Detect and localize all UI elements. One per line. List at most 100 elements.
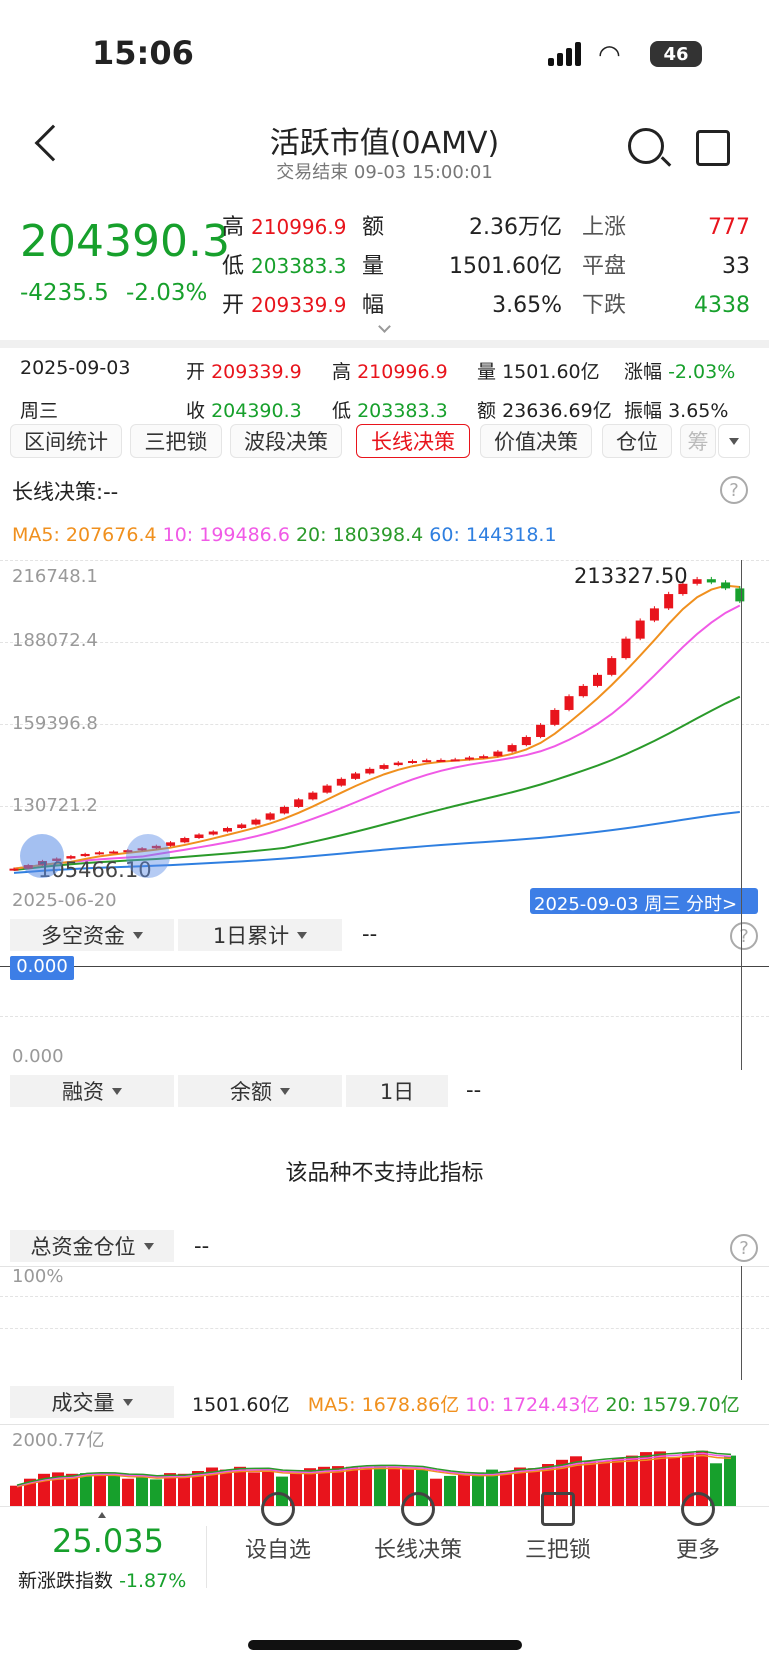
wifi-icon: ◠ (598, 40, 621, 70)
day-chg-label: 涨幅 (624, 361, 663, 383)
candle (507, 745, 517, 752)
volume-ma20: 20: 1579.70亿 (605, 1394, 740, 1416)
flow-bottom-label: 0.000 (12, 1046, 64, 1067)
margin-period-label: 1日 (379, 1080, 415, 1104)
candle (237, 824, 247, 829)
day-close-label: 收 (186, 400, 206, 422)
candle (365, 768, 375, 774)
nav-three-locks[interactable]: 三把锁 (498, 1492, 618, 1564)
candle (222, 828, 232, 832)
tab-value-decision[interactable]: 价值决策 (480, 424, 592, 458)
flow-help-icon[interactable]: ? (730, 922, 758, 950)
position-help-icon[interactable]: ? (730, 1234, 758, 1262)
nav-more[interactable]: 更多 (638, 1492, 758, 1564)
end-date-tag[interactable]: 2025-09-03 周三 分时> (530, 888, 758, 915)
candle (308, 792, 318, 800)
status-time: 15:06 (92, 34, 194, 72)
margin-period-select[interactable]: 1日 (346, 1075, 448, 1107)
candle (464, 757, 474, 760)
candle (607, 658, 617, 675)
nav-long-decision[interactable]: 长线决策 (358, 1492, 478, 1564)
detail-icon[interactable] (696, 130, 730, 166)
index-value[interactable]: 25.035 (52, 1522, 164, 1560)
up-count: 777 (708, 215, 750, 240)
nav-divider (206, 1526, 207, 1588)
flow-badge: 0.000 (10, 956, 74, 980)
flow-type-select[interactable]: 多空资金 (10, 919, 174, 951)
tab-band-decision[interactable]: 波段决策 (230, 424, 342, 458)
price-change-pct: -2.03% (126, 280, 208, 306)
blocks-icon (541, 1492, 575, 1526)
position-label: 总资金仓位 (30, 1235, 136, 1259)
candle (621, 638, 631, 659)
tab-position[interactable]: 仓位 (602, 424, 672, 458)
margin-value: -- (466, 1078, 482, 1102)
kline-chart-area[interactable] (0, 560, 769, 885)
volume-value: 1501.60亿 (449, 254, 562, 279)
day-amp-value: 3.65% (668, 400, 729, 422)
tab-three-locks[interactable]: 三把锁 (130, 424, 222, 458)
candle (635, 620, 645, 639)
high-value: 210996.9 (251, 215, 347, 239)
candle (407, 761, 417, 764)
volume-select[interactable]: 成交量 (10, 1386, 174, 1418)
candle (649, 608, 659, 621)
margin-type-select[interactable]: 融资 (10, 1075, 174, 1107)
candle (322, 785, 332, 793)
volume-select-label: 成交量 (51, 1391, 115, 1415)
day-low-value: 203383.3 (357, 400, 448, 422)
candle (180, 838, 190, 843)
open-label: 开 (222, 293, 245, 318)
candle (692, 579, 702, 584)
volume-ma5: MA5: 1678.86亿 (307, 1394, 460, 1416)
nav-three-locks-label: 三把锁 (524, 1538, 591, 1563)
ma20-value: 20: 180398.4 (295, 524, 424, 546)
day-vol-value: 1501.60亿 (502, 361, 600, 383)
low-value: 203383.3 (251, 254, 347, 278)
more-icon (681, 1492, 715, 1526)
candle (279, 806, 289, 814)
day-amt-value: 23636.69亿 (502, 400, 612, 422)
volume-bar (346, 1466, 358, 1506)
battery-icon: 46 (650, 41, 702, 67)
low-label: 低 (222, 254, 245, 279)
tab-interval-stats[interactable]: 区间统计 (10, 424, 122, 458)
day-vol-label: 量 (477, 361, 497, 383)
flow-period-select[interactable]: 1日累计 (178, 919, 342, 951)
high-label: 高 (222, 215, 245, 240)
nav-watchlist[interactable]: 设自选 (218, 1492, 338, 1564)
index-label[interactable]: 新涨跌指数 -1.87% (18, 1566, 186, 1593)
search-icon[interactable] (628, 128, 664, 164)
ma60-value: 60: 144318.1 (429, 524, 557, 546)
candle (251, 819, 261, 825)
y-label-1: 216748.1 (12, 566, 98, 587)
tab-long-decision[interactable]: 长线决策 (356, 424, 470, 458)
nav-more-label: 更多 (675, 1538, 720, 1563)
day-amp-label: 振幅 (624, 400, 663, 422)
amount-values: 2.36万亿 1501.60亿 3.65% (400, 208, 562, 325)
candle (735, 588, 745, 602)
candle (436, 759, 446, 762)
float-left-icon[interactable] (20, 834, 64, 878)
day-amt: 额 23636.69亿 (477, 396, 612, 423)
index-name: 新涨跌指数 (18, 1570, 114, 1592)
float-right-icon[interactable] (126, 834, 170, 878)
candle (379, 765, 389, 769)
day-high-label: 高 (332, 361, 352, 383)
volume-bar (108, 1474, 120, 1506)
hlo-block: 高 210996.9 低 203383.3 开 209339.9 (222, 208, 346, 325)
start-date: 2025-06-20 (12, 890, 117, 911)
position-select[interactable]: 总资金仓位 (10, 1230, 174, 1262)
list-icon (261, 1492, 295, 1526)
tabs-more-dropdown-icon[interactable] (718, 424, 750, 458)
margin-metric-select[interactable]: 余额 (178, 1075, 342, 1107)
margin-type-label: 融资 (62, 1080, 104, 1104)
help-icon[interactable]: ? (720, 476, 748, 504)
tab-chips[interactable]: 筹 (680, 424, 716, 458)
index-up-arrow-icon (98, 1512, 106, 1518)
day-open-label: 开 (186, 361, 206, 383)
volume-label: 量 (362, 254, 385, 279)
day-low: 低 203383.3 (332, 396, 448, 423)
flow-zero-line (0, 966, 769, 967)
candle (336, 778, 346, 786)
